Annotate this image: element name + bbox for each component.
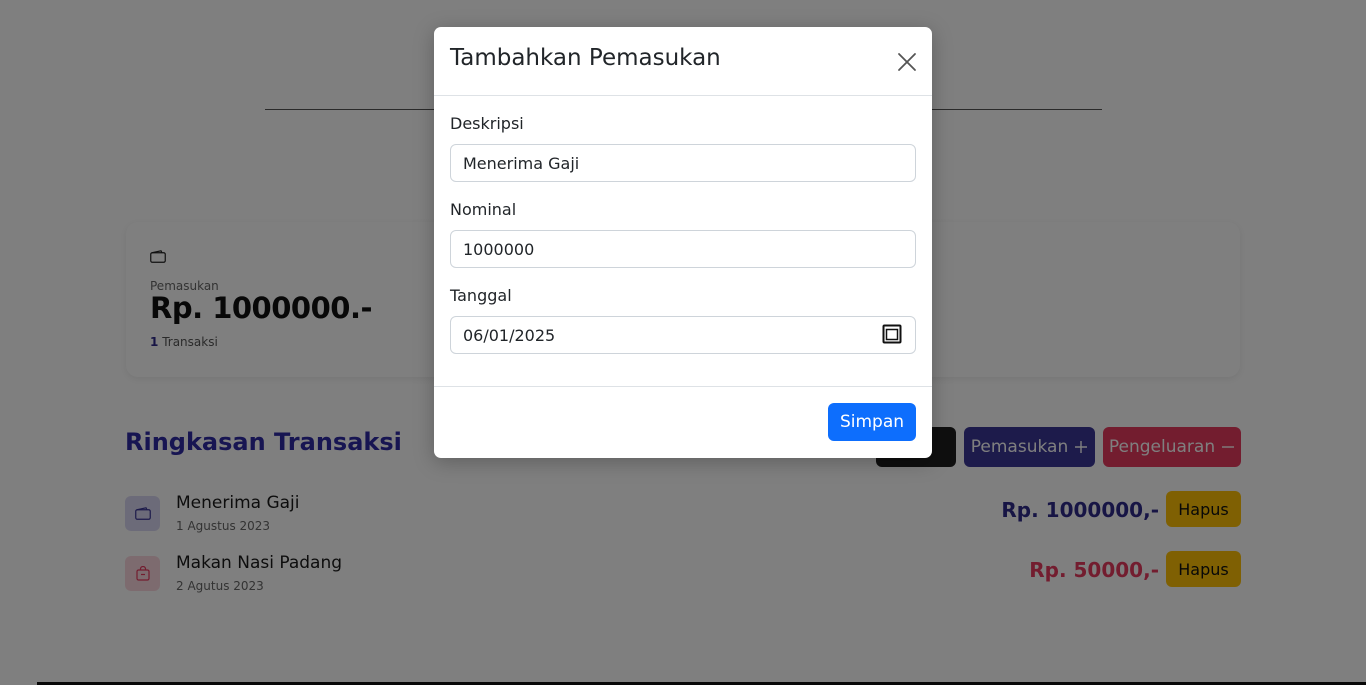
modal-footer: Simpan (434, 386, 932, 458)
calendar-icon[interactable] (882, 324, 902, 344)
modal-header: Tambahkan Pemasukan (434, 27, 932, 96)
nominal-input[interactable] (450, 230, 916, 268)
modal-title: Tambahkan Pemasukan (450, 45, 721, 71)
date-label: Tanggal (450, 286, 512, 305)
nominal-label: Nominal (450, 200, 517, 219)
add-income-modal: Tambahkan Pemasukan Deskripsi Nominal Ta… (434, 27, 932, 458)
description-input[interactable] (450, 144, 916, 182)
close-icon[interactable] (896, 51, 918, 73)
save-button[interactable]: Simpan (828, 403, 916, 441)
date-input[interactable] (450, 316, 916, 354)
description-label: Deskripsi (450, 114, 524, 133)
